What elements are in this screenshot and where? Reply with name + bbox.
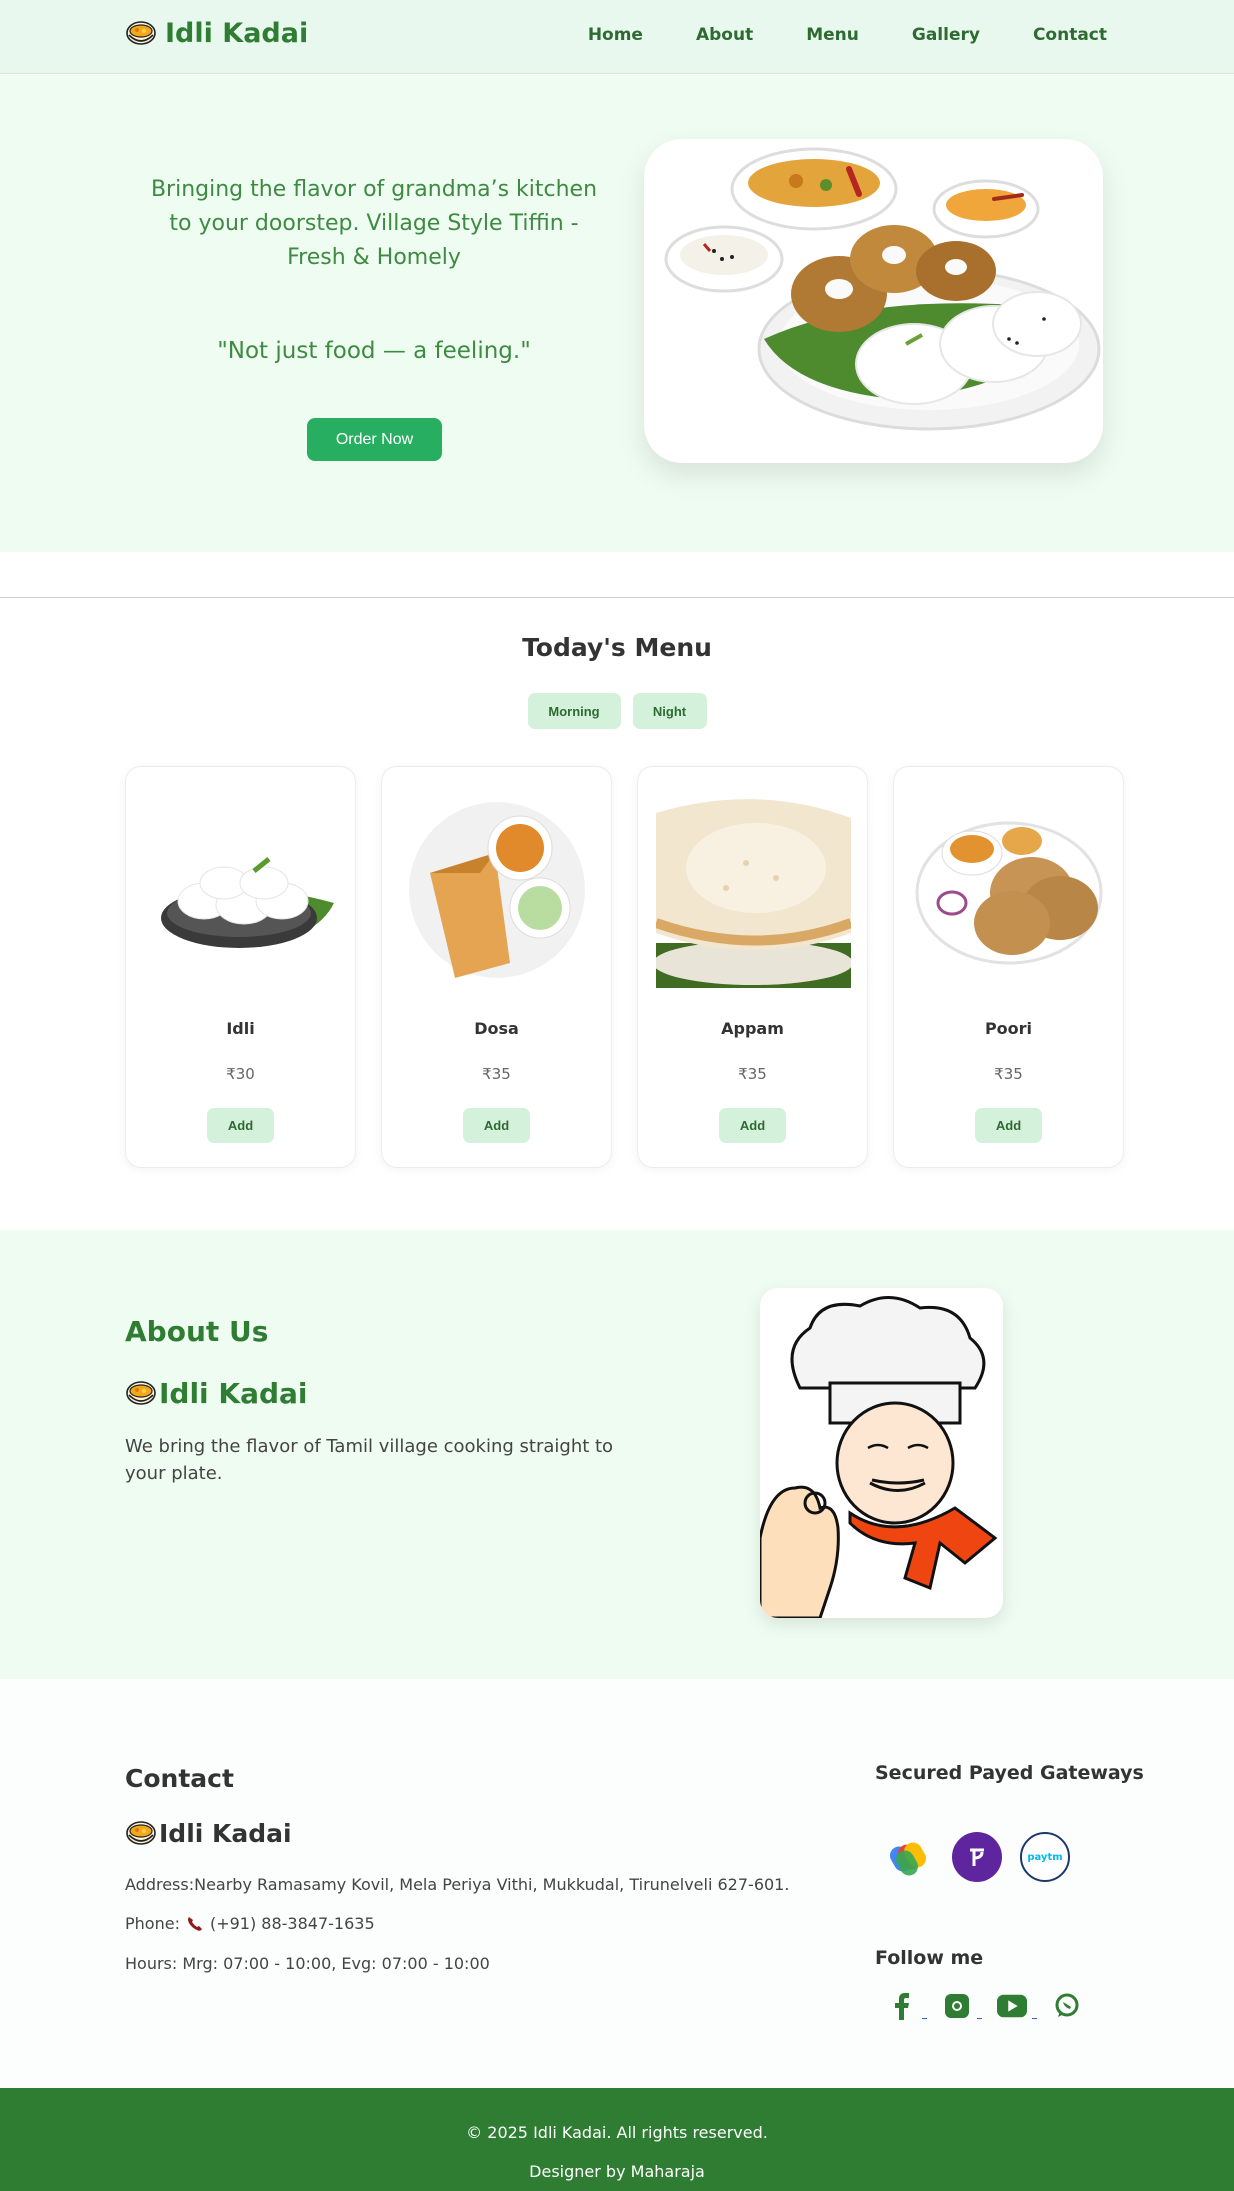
item-name: Dosa — [474, 1019, 519, 1038]
payment-gateways: paytm — [884, 1832, 1070, 1882]
add-button[interactable]: Add — [975, 1108, 1042, 1143]
about-text: We bring the flavor of Tamil village coo… — [125, 1436, 614, 1484]
menu-title: Today's Menu — [522, 633, 712, 662]
brand-logo[interactable]: Idli Kadai — [125, 18, 308, 49]
nav-link-menu[interactable]: Menu — [806, 25, 859, 45]
about-brand: Idli Kadai — [125, 1377, 308, 1410]
whatsapp-icon[interactable] — [1052, 1991, 1082, 2021]
phone-icon — [187, 1916, 202, 1931]
add-button[interactable]: Add — [207, 1108, 274, 1143]
bowl-icon — [125, 1380, 157, 1408]
contact-brand-name: Idli Kadai — [159, 1819, 292, 1848]
paytm-icon[interactable]: paytm — [1020, 1832, 1070, 1882]
brand-name: Idli Kadai — [165, 18, 309, 49]
menu-card: Idli ₹30 Add — [125, 766, 356, 1168]
social-links — [887, 1991, 1082, 2021]
phonepe-icon[interactable] — [952, 1832, 1002, 1882]
menu-card: Dosa ₹35 Add — [381, 766, 612, 1168]
add-button[interactable]: Add — [719, 1108, 786, 1143]
footer-copyright: © 2025 Idli Kadai. All rights reserved. — [466, 2123, 768, 2142]
google-pay-icon[interactable] — [884, 1832, 934, 1882]
hero-food-image — [644, 139, 1103, 463]
order-now-button[interactable]: Order Now — [307, 418, 442, 461]
item-name: Idli — [226, 1019, 255, 1038]
bowl-icon — [125, 1820, 157, 1848]
nav-link-contact[interactable]: Contact — [1033, 25, 1107, 45]
menu-cards: Idli ₹30 Add Dosa ₹35 Add Appam ₹35 Add — [125, 766, 1124, 1168]
top-navbar: Idli Kadai Home About Menu Gallery Conta… — [0, 0, 1234, 74]
about-section: About Us Idli Kadai We bring the flavor … — [0, 1230, 1234, 1679]
contact-address: Address:Nearby Ramasamy Kovil, Mela Peri… — [125, 1875, 790, 1894]
menu-card: Poori ₹35 Add — [893, 766, 1124, 1168]
youtube-icon[interactable] — [997, 1991, 1037, 2021]
tab-morning[interactable]: Morning — [527, 693, 621, 729]
hero-tagline: Bringing the flavor of grandma’s kitchen… — [150, 177, 598, 270]
nav-link-gallery[interactable]: Gallery — [912, 25, 980, 45]
hero-section: Bringing the flavor of grandma’s kitchen… — [0, 75, 1234, 552]
footer-designer: Designer by Maharaja — [529, 2162, 705, 2181]
contact-section: Contact Idli Kadai Address:Nearby Ramasa… — [0, 1679, 1234, 2088]
poori-image — [915, 821, 1103, 965]
menu-tabs: Morning Night — [0, 693, 1234, 729]
section-divider — [0, 597, 1234, 598]
nav-link-about[interactable]: About — [696, 25, 753, 45]
about-heading: About Us — [125, 1315, 269, 1348]
facebook-icon[interactable] — [887, 1991, 927, 2021]
follow-heading: Follow me — [875, 1947, 984, 1969]
instagram-icon[interactable] — [942, 1991, 982, 2021]
add-button[interactable]: Add — [463, 1108, 530, 1143]
chef-image — [760, 1288, 1003, 1618]
nav-links: Home About Menu Gallery Contact — [588, 25, 1107, 45]
phone-number[interactable]: (+91) 88-3847-1635 — [210, 1914, 375, 1933]
menu-card: Appam ₹35 Add — [637, 766, 868, 1168]
contact-heading: Contact — [125, 1764, 234, 1793]
paytm-text: paytm — [1027, 1851, 1063, 1863]
hero-quote: "Not just food — a feeling." — [217, 338, 531, 364]
tab-night[interactable]: Night — [632, 693, 707, 729]
contact-phone: Phone: (+91) 88-3847-1635 — [125, 1914, 375, 1933]
item-price: ₹35 — [482, 1065, 511, 1083]
phone-label: Phone: — [125, 1914, 180, 1933]
footer: © 2025 Idli Kadai. All rights reserved. … — [0, 2088, 1234, 2191]
item-price: ₹30 — [226, 1065, 255, 1083]
idli-image — [161, 857, 334, 948]
nav-link-home[interactable]: Home — [588, 25, 643, 45]
item-name: Appam — [721, 1019, 784, 1038]
contact-hours: Hours: Mrg: 07:00 - 10:00, Evg: 07:00 - … — [125, 1954, 490, 1973]
about-brand-name: Idli Kadai — [159, 1377, 308, 1410]
gateways-heading: Secured Payed Gateways — [875, 1762, 1144, 1784]
dosa-image — [409, 802, 585, 978]
appam-image — [656, 799, 851, 988]
item-price: ₹35 — [738, 1065, 767, 1083]
item-price: ₹35 — [994, 1065, 1023, 1083]
bowl-icon — [125, 20, 157, 48]
contact-brand: Idli Kadai — [125, 1819, 292, 1848]
item-name: Poori — [984, 1019, 1033, 1038]
